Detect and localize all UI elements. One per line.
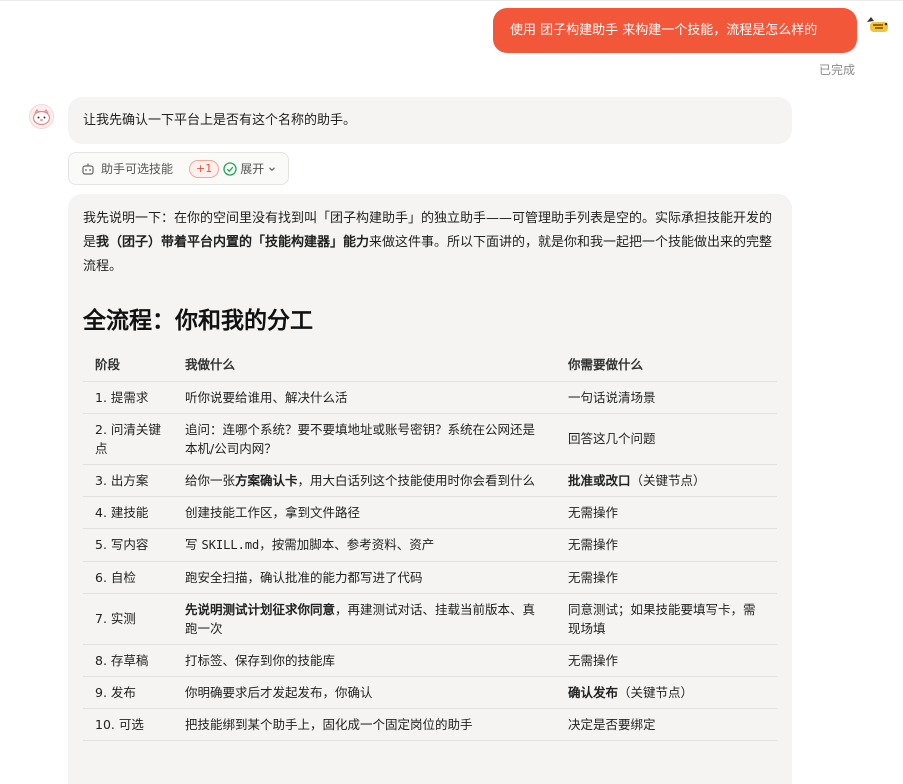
you-cell: 批准或改口（关键节点） (556, 464, 777, 497)
you-cell: 回答这几个问题 (556, 413, 777, 465)
you-cell: 决定是否要绑定 (556, 708, 777, 741)
stage-cell: 4. 建技能 (83, 496, 173, 529)
user-avatar[interactable] (864, 14, 892, 36)
robot-icon (82, 163, 94, 175)
tuanzi-avatar-icon (32, 108, 51, 125)
table-header-row: 阶段 我做什么 你需要做什么 (83, 348, 777, 382)
table-row: 1. 提需求 听你说要给谁用、解决什么活 一句话说清场景 (83, 381, 777, 414)
me-cell: 打标签、保存到你的技能库 (173, 644, 556, 677)
me-cell: 你明确要求后才发起发布，你确认 (173, 676, 556, 709)
stage-cell: 7. 实测 (83, 593, 173, 645)
stage-cell: 10. 可选 (83, 708, 173, 741)
assistant-avatar (29, 104, 54, 129)
you-cell: 无需操作 (556, 496, 777, 529)
table-row: 8. 存草稿 打标签、保存到你的技能库 无需操作 (83, 644, 777, 677)
top-divider (0, 0, 903, 1)
intro-paragraph: 我先说明一下：在你的空间里没有找到叫「团子构建助手」的独立助手——可管理助手列表… (83, 211, 773, 274)
user-avatar-icon (867, 17, 888, 32)
table-row: 7. 实测 先说明测试计划征求你同意，再建测试对话、挂载当前版本、真跑一次 同意… (83, 593, 777, 645)
you-cell: 确认发布（关键节点） (556, 676, 777, 709)
header-you: 你需要做什么 (556, 348, 777, 382)
user-message-bubble: 使用 团子构建助手 来构建一个技能，流程是怎么样的 (493, 8, 857, 53)
me-cell: 听你说要给谁用、解决什么活 (173, 381, 556, 414)
stage-cell: 8. 存草稿 (83, 644, 173, 677)
workflow-table: 阶段 我做什么 你需要做什么 1. 提需求 听你说要给谁用、解决什么活 一句话说… (83, 348, 777, 741)
chevron-down-icon (269, 166, 276, 171)
stage-cell: 1. 提需求 (83, 381, 173, 414)
table-row: 2. 问清关键点 追问：连哪个系统？要不要填地址或账号密钥？系统在公网还是本机/… (83, 413, 777, 465)
table-row: 5. 写内容 写 SKILL.md，按需加脚本、参考资料、资产 无需操作 (83, 528, 777, 562)
stage-cell: 9. 发布 (83, 676, 173, 709)
message-status: 已完成 (819, 63, 856, 77)
table-row: 3. 出方案 给你一张方案确认卡，用大白话列这个技能使用时你会看到什么 批准或改… (83, 464, 777, 497)
me-cell: 写 SKILL.md，按需加脚本、参考资料、资产 (173, 528, 556, 562)
assistant-first-reply: 让我先确认一下平台上是否有这个名称的助手。 (68, 97, 792, 144)
table-row: 10. 可选 把技能绑到某个助手上，固化成一个固定岗位的助手 决定是否要绑定 (83, 708, 777, 741)
stage-cell: 2. 问清关键点 (83, 413, 173, 465)
skill-count-badge: +1 (189, 159, 220, 178)
me-cell: 创建技能工作区，拿到文件路径 (173, 496, 556, 529)
you-cell: 一句话说清场景 (556, 381, 777, 414)
me-cell: 追问：连哪个系统？要不要填地址或账号密钥？系统在公网还是本机/公司内网？ (173, 413, 556, 465)
you-cell: 无需操作 (556, 644, 777, 677)
me-cell: 给你一张方案确认卡，用大白话列这个技能使用时你会看到什么 (173, 464, 556, 497)
stage-cell: 5. 写内容 (83, 528, 173, 562)
header-stage: 阶段 (83, 348, 173, 382)
assistant-answer: 我先说明一下：在你的空间里没有找到叫「团子构建助手」的独立助手——可管理助手列表… (68, 194, 792, 784)
you-cell: 无需操作 (556, 528, 777, 562)
skill-chip-label: 助手可选技能 (101, 162, 174, 176)
me-cell: 把技能绑到某个助手上，固化成一个固定岗位的助手 (173, 708, 556, 741)
you-cell: 同意测试；如果技能要填写卡，需现场填 (556, 593, 777, 645)
header-me: 我做什么 (173, 348, 556, 382)
stage-cell: 3. 出方案 (83, 464, 173, 497)
expand-toggle[interactable]: 展开 (240, 160, 264, 177)
table-row: 9. 发布 你明确要求后才发起发布，你确认 确认发布（关键节点） (83, 676, 777, 709)
check-circle-icon (223, 161, 237, 176)
stage-cell: 6. 自检 (83, 561, 173, 594)
me-cell: 先说明测试计划征求你同意，再建测试对话、挂载当前版本、真跑一次 (173, 593, 556, 645)
table-row: 6. 自检 跑安全扫描，确认批准的能力都写进了代码 无需操作 (83, 561, 777, 594)
me-cell: 跑安全扫描，确认批准的能力都写进了代码 (173, 561, 556, 594)
section-heading: 全流程：你和我的分工 (83, 308, 313, 334)
you-cell: 无需操作 (556, 561, 777, 594)
skill-chip[interactable]: 助手可选技能 +1 展开 (68, 152, 289, 185)
table-row: 4. 建技能 创建技能工作区，拿到文件路径 无需操作 (83, 496, 777, 529)
